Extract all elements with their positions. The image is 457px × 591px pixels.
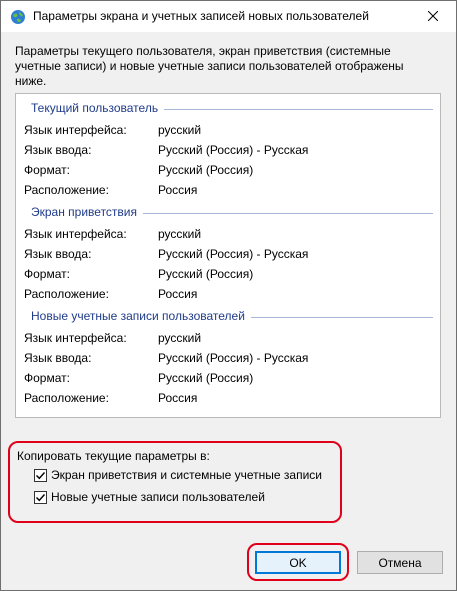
setting-value: Россия xyxy=(158,287,198,301)
setting-key: Язык ввода: xyxy=(24,247,92,261)
setting-value: русский xyxy=(158,123,202,137)
copy-to-new-users-checkbox[interactable]: Новые учетные записи пользователей xyxy=(34,489,265,505)
ok-button[interactable]: OK xyxy=(255,551,341,574)
close-icon xyxy=(427,10,439,24)
setting-key: Формат: xyxy=(24,163,70,177)
setting-key: Расположение: xyxy=(24,287,109,301)
setting-key: Формат: xyxy=(24,267,70,281)
section-new-users: Новые учетные записи пользователей xyxy=(31,309,433,323)
setting-value: Русский (Россия) - Русская xyxy=(158,247,309,261)
checkmark-icon xyxy=(36,493,46,501)
setting-value: Русский (Россия) xyxy=(158,163,254,177)
checkbox-box[interactable] xyxy=(34,490,47,504)
setting-value: русский xyxy=(158,331,202,345)
settings-panel: Текущий пользователь Язык интерфейса: ру… xyxy=(15,93,441,418)
close-button[interactable] xyxy=(410,1,456,32)
intro-text: Параметры текущего пользователя, экран п… xyxy=(15,44,404,88)
section-divider xyxy=(164,108,433,110)
setting-value: русский xyxy=(158,227,202,241)
dialog-window: Параметры экрана и учетных записей новых… xyxy=(0,0,457,591)
title-bar: Параметры экрана и учетных записей новых… xyxy=(1,1,456,32)
setting-key: Язык интерфейса: xyxy=(24,123,127,137)
setting-key: Язык ввода: xyxy=(24,351,92,365)
setting-value: Русский (Россия) - Русская xyxy=(158,351,309,365)
setting-key: Язык интерфейса: xyxy=(24,227,127,241)
setting-value: Русский (Россия) xyxy=(158,371,254,385)
section-current-user: Текущий пользователь xyxy=(31,101,433,115)
section-title: Новые учетные записи пользователей xyxy=(31,309,245,323)
section-divider xyxy=(143,212,433,214)
setting-value: Русский (Россия) xyxy=(158,267,254,281)
checkmark-icon xyxy=(36,471,46,479)
setting-key: Формат: xyxy=(24,371,70,385)
setting-key: Язык интерфейса: xyxy=(24,331,127,345)
checkbox-box[interactable] xyxy=(34,468,47,482)
checkbox-label: Экран приветствия и системные учетные за… xyxy=(51,468,322,482)
setting-key: Язык ввода: xyxy=(24,143,92,157)
setting-value: Россия xyxy=(158,183,198,197)
setting-key: Расположение: xyxy=(24,391,109,405)
section-title: Текущий пользователь xyxy=(31,101,159,115)
setting-value: Россия xyxy=(158,391,198,405)
window-title: Параметры экрана и учетных записей новых… xyxy=(33,9,369,23)
globe-icon xyxy=(10,9,26,25)
section-welcome-screen: Экран приветствия xyxy=(31,205,433,219)
copy-settings-label: Копировать текущие параметры в: xyxy=(17,449,210,463)
checkbox-label: Новые учетные записи пользователей xyxy=(51,490,265,504)
cancel-button[interactable]: Отмена xyxy=(357,551,443,574)
setting-value: Русский (Россия) - Русская xyxy=(158,143,309,157)
section-title: Экран приветствия xyxy=(31,205,138,219)
setting-key: Расположение: xyxy=(24,183,109,197)
section-divider xyxy=(250,316,433,318)
copy-to-welcome-checkbox[interactable]: Экран приветствия и системные учетные за… xyxy=(34,467,322,483)
